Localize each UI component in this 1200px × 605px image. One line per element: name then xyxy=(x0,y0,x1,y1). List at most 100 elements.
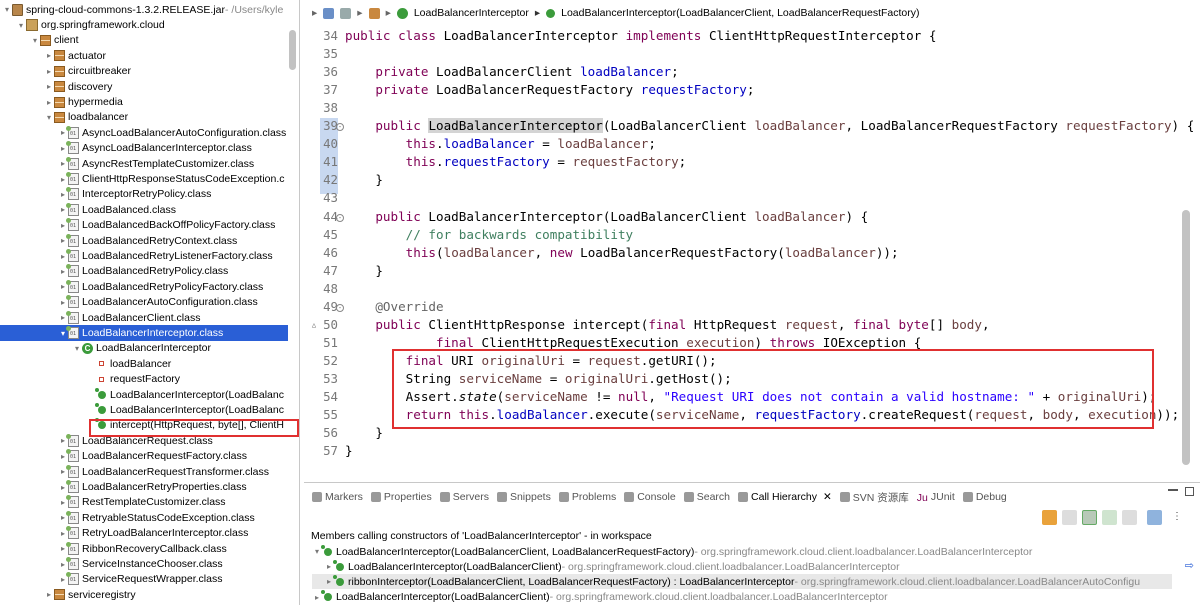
tree-item[interactable]: ▸AsyncLoadBalancerAutoConfiguration.clas… xyxy=(0,125,286,140)
expanded-twisty-icon[interactable]: ▾ xyxy=(312,547,322,556)
tree-item[interactable]: ▸LoadBalancedRetryPolicy.class xyxy=(0,264,228,279)
panel-minimize-button[interactable] xyxy=(1168,489,1178,491)
tab-debug[interactable]: Debug xyxy=(962,491,1007,503)
tree-item[interactable]: ▸ServiceInstanceChooser.class xyxy=(0,556,223,571)
collapsed-twisty-icon[interactable]: ▸ xyxy=(44,67,54,76)
code-line[interactable]: this.requestFactory = requestFactory; xyxy=(345,154,687,169)
tree-item[interactable]: ▸RibbonRecoveryCallback.class xyxy=(0,541,227,556)
tree-item[interactable]: LoadBalancerInterceptor(LoadBalanc xyxy=(0,387,284,402)
tree-item[interactable]: ▸LoadBalancedRetryListenerFactory.class xyxy=(0,248,273,263)
tab-problems[interactable]: Problems xyxy=(558,491,616,503)
tree-item[interactable]: ▾ loadbalancer xyxy=(0,110,128,125)
hierarchy-row[interactable]: ▸ LoadBalancerInterceptor(LoadBalancerCli… xyxy=(312,559,900,574)
tree-item[interactable]: ▸InterceptorRetryPolicy.class xyxy=(0,187,211,202)
tree-item[interactable]: ▸RestTemplateCustomizer.class xyxy=(0,495,226,510)
tab-svn[interactable]: SVN 资源库 xyxy=(839,490,909,505)
tree-item[interactable]: ▸ actuator xyxy=(0,48,106,63)
collapsed-twisty-icon[interactable]: ▸ xyxy=(44,590,54,599)
tree-item[interactable]: ▸LoadBalanced.class xyxy=(0,202,176,217)
collapsed-twisty-icon[interactable]: ▸ xyxy=(324,562,334,571)
code-line[interactable]: } xyxy=(345,172,383,187)
code-line[interactable]: final ClientHttpRequestExecution executi… xyxy=(345,335,921,350)
hierarchy-row[interactable]: ▸ ribbonInterceptor(LoadBalancerClient, L… xyxy=(312,574,1172,590)
tab-snippets[interactable]: Snippets xyxy=(496,491,551,503)
tree-item[interactable]: requestFactory xyxy=(0,372,180,387)
tree-item[interactable]: ▸LoadBalancerClient.class xyxy=(0,310,200,325)
callee-hierarchy-icon[interactable] xyxy=(1102,510,1117,525)
code-line[interactable]: public class LoadBalancerInterceptor imp… xyxy=(345,28,936,43)
tab-properties[interactable]: Properties xyxy=(370,491,432,503)
hierarchy-row[interactable]: ▾ LoadBalancerInterceptor(LoadBalancerCli… xyxy=(312,544,1032,559)
code-line[interactable]: @Override xyxy=(345,299,443,314)
code-line[interactable]: this.loadBalancer = loadBalancer; xyxy=(345,136,656,151)
code-line[interactable]: } xyxy=(345,263,383,278)
tree-item[interactable]: ▸LoadBalancerAutoConfiguration.class xyxy=(0,295,258,310)
package-icon[interactable] xyxy=(340,7,352,19)
tree-item[interactable]: ▸LoadBalancerRequestTransformer.class xyxy=(0,464,269,479)
tree-scrollbar[interactable] xyxy=(289,30,296,70)
code-line[interactable]: } xyxy=(345,443,353,458)
code-line[interactable]: // for backwards compatibility xyxy=(345,227,633,242)
panel-scroll-arrow-icon[interactable]: ⇨ xyxy=(1185,559,1194,572)
editor-vertical-scrollbar[interactable] xyxy=(1182,210,1190,465)
expanded-twisty-icon[interactable]: ▾ xyxy=(16,21,26,30)
tree-item[interactable]: ▾ client xyxy=(0,33,79,48)
code-line[interactable]: private LoadBalancerRequestFactory reque… xyxy=(345,82,754,97)
tree-item[interactable]: ▸LoadBalancedRetryPolicyFactory.class xyxy=(0,279,263,294)
fold-toggle-icon[interactable]: - xyxy=(336,303,344,312)
cancel-icon[interactable] xyxy=(1062,510,1077,525)
tree-item[interactable]: ▸ClientHttpResponseStatusCodeException.c xyxy=(0,171,285,186)
breadcrumb-class[interactable]: LoadBalancerInterceptor xyxy=(414,7,529,19)
code-line[interactable]: } xyxy=(345,425,383,440)
tab-console[interactable]: Console xyxy=(624,491,676,503)
tree-item[interactable]: ▾ org.springframework.cloud xyxy=(0,17,165,32)
expanded-twisty-icon[interactable]: ▾ xyxy=(44,113,54,122)
tree-item[interactable]: ▸RetryLoadBalancerInterceptor.class xyxy=(0,526,248,541)
collapsed-twisty-icon[interactable]: ▸ xyxy=(44,82,54,91)
tab-junit[interactable]: Ju JUnit xyxy=(917,491,955,504)
jar-icon[interactable] xyxy=(323,7,335,19)
fold-toggle-icon[interactable]: - xyxy=(336,123,344,132)
layout-icon[interactable] xyxy=(1122,510,1137,525)
collapsed-twisty-icon[interactable]: ▸ xyxy=(44,98,54,107)
pin-icon[interactable] xyxy=(1147,510,1162,525)
package-icon[interactable] xyxy=(368,7,380,19)
expanded-twisty-icon[interactable]: ▾ xyxy=(2,5,12,14)
tree-item[interactable]: ▸AsyncLoadBalancerInterceptor.class xyxy=(0,141,252,156)
fold-toggle-icon[interactable]: - xyxy=(336,213,344,222)
tree-item[interactable]: ▸AsyncRestTemplateCustomizer.class xyxy=(0,156,254,171)
tree-item[interactable]: ▾ spring-cloud-commons-1.3.2.RELEASE.jar … xyxy=(0,2,283,17)
tree-item[interactable]: loadBalancer xyxy=(0,356,171,371)
tree-item[interactable]: ▸LoadBalancedBackOffPolicyFactory.class xyxy=(0,218,275,233)
tab-call-hierarchy[interactable]: Call Hierarchy ✕ xyxy=(738,491,832,503)
breadcrumb-method[interactable]: LoadBalancerInterceptor(LoadBalancerClie… xyxy=(561,7,919,19)
tree-item[interactable]: ▸ circuitbreaker xyxy=(0,64,131,79)
code-line[interactable]: this(loadBalancer, new LoadBalancerReque… xyxy=(345,245,899,260)
tree-item[interactable]: ▸ discovery xyxy=(0,79,112,94)
code-line[interactable]: private LoadBalancerClient loadBalancer; xyxy=(345,64,678,79)
hierarchy-row[interactable]: ▸ LoadBalancerInterceptor(LoadBalancerCli… xyxy=(312,590,888,605)
tree-item[interactable]: ▸RetryableStatusCodeException.class xyxy=(0,510,255,525)
collapsed-twisty-icon[interactable]: ▸ xyxy=(44,51,54,60)
code-line[interactable]: public ClientHttpResponse intercept(fina… xyxy=(345,317,989,332)
panel-maximize-button[interactable] xyxy=(1185,487,1194,496)
override-marker-icon[interactable]: △ xyxy=(310,321,318,330)
collapsed-twisty-icon[interactable]: ▸ xyxy=(312,593,322,602)
tab-markers[interactable]: Markers xyxy=(312,491,363,503)
tree-item[interactable]: ▾ C LoadBalancerInterceptor xyxy=(0,341,211,356)
tree-item[interactable]: ▸ serviceregistry xyxy=(0,587,136,602)
caller-hierarchy-icon[interactable] xyxy=(1082,510,1097,525)
expanded-twisty-icon[interactable]: ▾ xyxy=(30,36,40,45)
breadcrumb-nav-icon[interactable]: ▸ xyxy=(312,7,317,19)
code-line[interactable]: public LoadBalancerInterceptor(LoadBalan… xyxy=(345,118,1194,134)
expanded-twisty-icon[interactable]: ▾ xyxy=(72,344,82,353)
tab-search[interactable]: Search xyxy=(683,491,730,503)
refresh-icon[interactable] xyxy=(1042,510,1057,525)
tree-item[interactable]: ▸LoadBalancedRetryContext.class xyxy=(0,233,237,248)
tab-servers[interactable]: Servers xyxy=(439,491,489,503)
tree-item[interactable]: ▸ServiceRequestWrapper.class xyxy=(0,572,222,587)
close-icon[interactable]: ✕ xyxy=(823,491,832,503)
code-line[interactable]: public LoadBalancerInterceptor(LoadBalan… xyxy=(345,209,868,224)
tree-item[interactable]: ▸ hypermedia xyxy=(0,94,123,109)
collapsed-twisty-icon[interactable]: ▸ xyxy=(324,577,334,586)
